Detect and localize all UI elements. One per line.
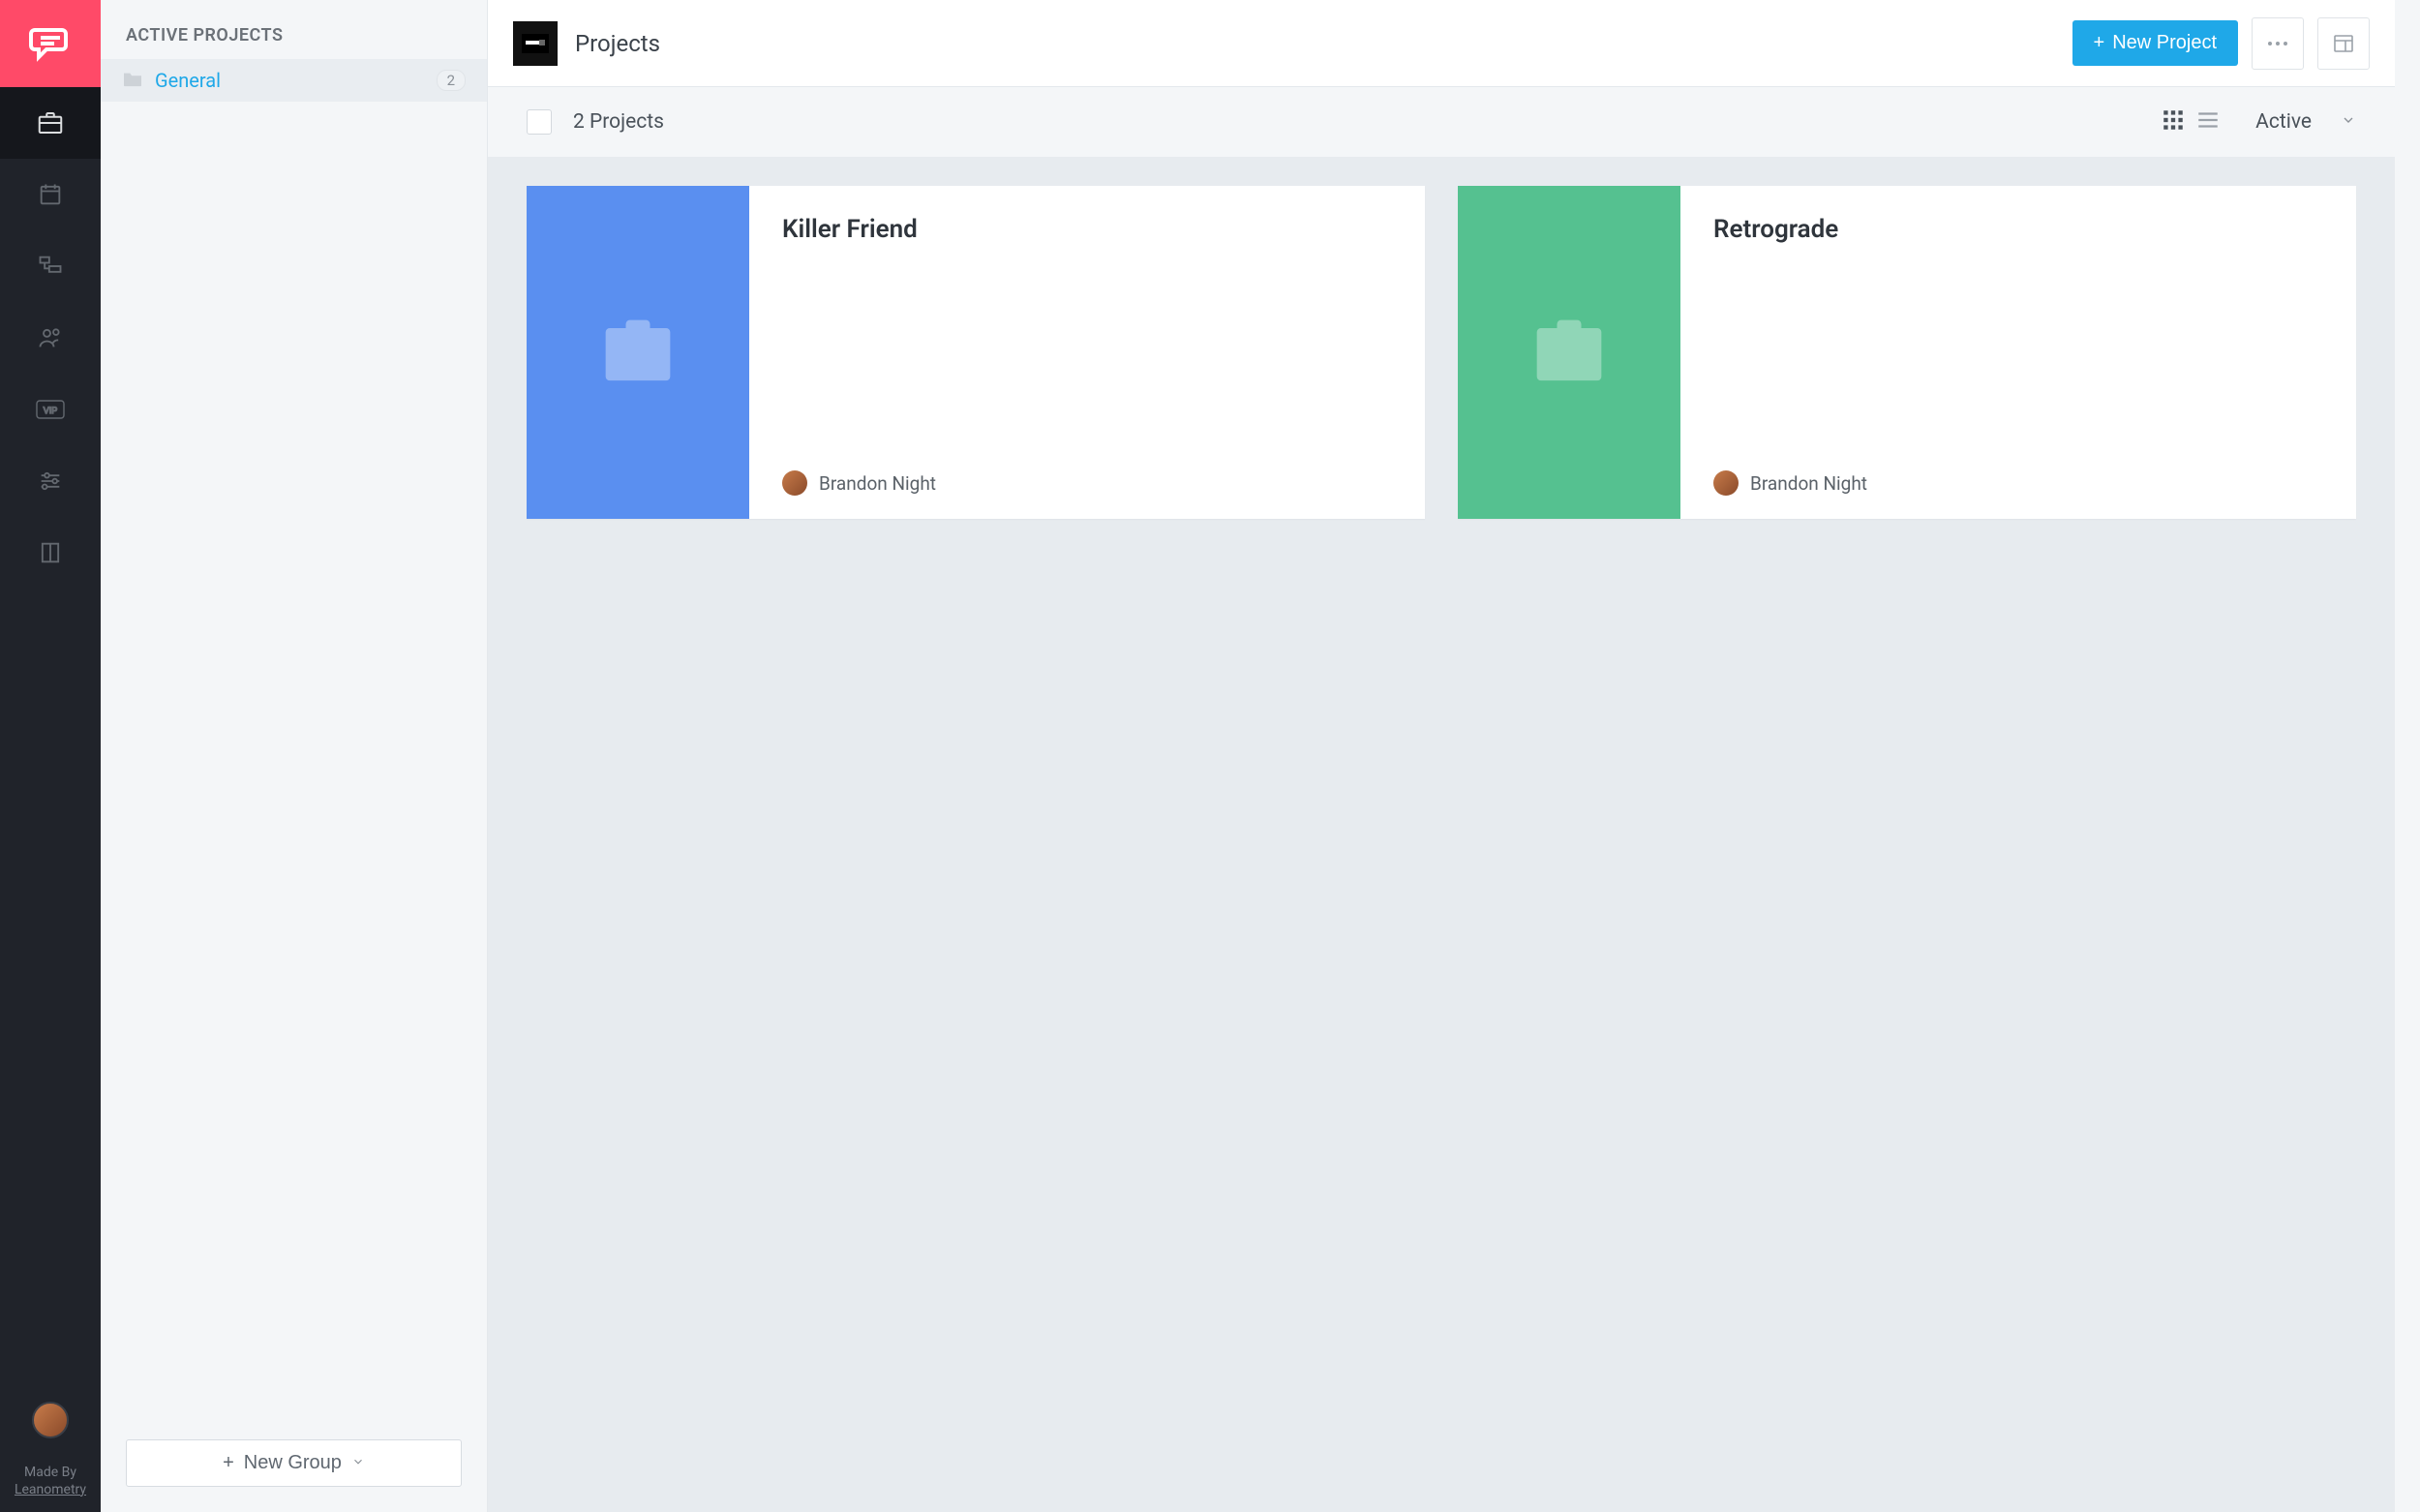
briefcase-icon xyxy=(1516,304,1622,401)
layout-button[interactable] xyxy=(2317,17,2370,70)
main-panel: Projects + New Project 2 Projects xyxy=(488,0,2395,1512)
group-label: General xyxy=(155,69,437,92)
project-card[interactable]: Killer Friend Brandon Night xyxy=(527,186,1425,519)
project-thumb xyxy=(527,186,749,519)
nav-calendar[interactable] xyxy=(0,159,101,230)
content-area: Killer Friend Brandon Night R xyxy=(488,157,2395,1512)
new-project-button[interactable]: + New Project xyxy=(2072,20,2239,66)
project-title: Killer Friend xyxy=(782,215,1392,244)
status-filter-label: Active xyxy=(2255,110,2312,134)
folder-icon xyxy=(122,70,143,91)
select-all-checkbox[interactable] xyxy=(527,109,552,135)
owner-avatar xyxy=(782,470,807,496)
list-view-button[interactable] xyxy=(2195,107,2221,136)
chevron-down-icon xyxy=(2341,110,2356,134)
topbar: Projects + New Project xyxy=(488,0,2395,87)
app-logo[interactable] xyxy=(0,0,101,87)
nav-rail: VIP Made By Leanometry xyxy=(0,0,101,1512)
user-avatar[interactable] xyxy=(32,1402,69,1438)
project-thumb xyxy=(1458,186,1680,519)
workspace-badge[interactable] xyxy=(513,21,558,66)
groups-sidebar: ACTIVE PROJECTS General 2 + New Group xyxy=(101,0,488,1512)
credit-text: Made By Leanometry xyxy=(15,1464,86,1498)
view-toggle xyxy=(2161,107,2221,136)
project-title: Retrograde xyxy=(1713,215,2323,244)
nav-docs[interactable] xyxy=(0,517,101,589)
chevron-down-icon xyxy=(351,1452,365,1474)
grid-view-button[interactable] xyxy=(2161,107,2186,136)
project-card[interactable]: Retrograde Brandon Night xyxy=(1458,186,2356,519)
project-count: 2 Projects xyxy=(573,110,664,134)
briefcase-icon xyxy=(585,304,691,401)
svg-text:VIP: VIP xyxy=(44,406,58,415)
nav-vip[interactable]: VIP xyxy=(0,374,101,445)
status-filter[interactable]: Active xyxy=(2255,110,2356,134)
scrollbar-track[interactable] xyxy=(2395,0,2420,1512)
owner-avatar xyxy=(1713,470,1739,496)
nav-contacts[interactable] xyxy=(0,302,101,374)
nav-projects[interactable] xyxy=(0,87,101,159)
sidebar-header: ACTIVE PROJECTS xyxy=(101,0,487,59)
nav-settings[interactable] xyxy=(0,445,101,517)
plus-icon: + xyxy=(2094,32,2105,54)
new-group-button[interactable]: + New Group xyxy=(126,1439,462,1487)
owner-name: Brandon Night xyxy=(1750,472,1867,495)
group-general[interactable]: General 2 xyxy=(101,59,487,102)
plus-icon: + xyxy=(223,1452,234,1474)
page-title: Projects xyxy=(575,30,660,57)
nav-tasks[interactable] xyxy=(0,230,101,302)
owner-name: Brandon Night xyxy=(819,472,936,495)
group-count: 2 xyxy=(437,70,466,91)
more-options-button[interactable] xyxy=(2252,17,2304,70)
filter-bar: 2 Projects Active xyxy=(488,87,2395,157)
new-project-label: New Project xyxy=(2112,32,2217,54)
new-group-label: New Group xyxy=(244,1452,342,1474)
